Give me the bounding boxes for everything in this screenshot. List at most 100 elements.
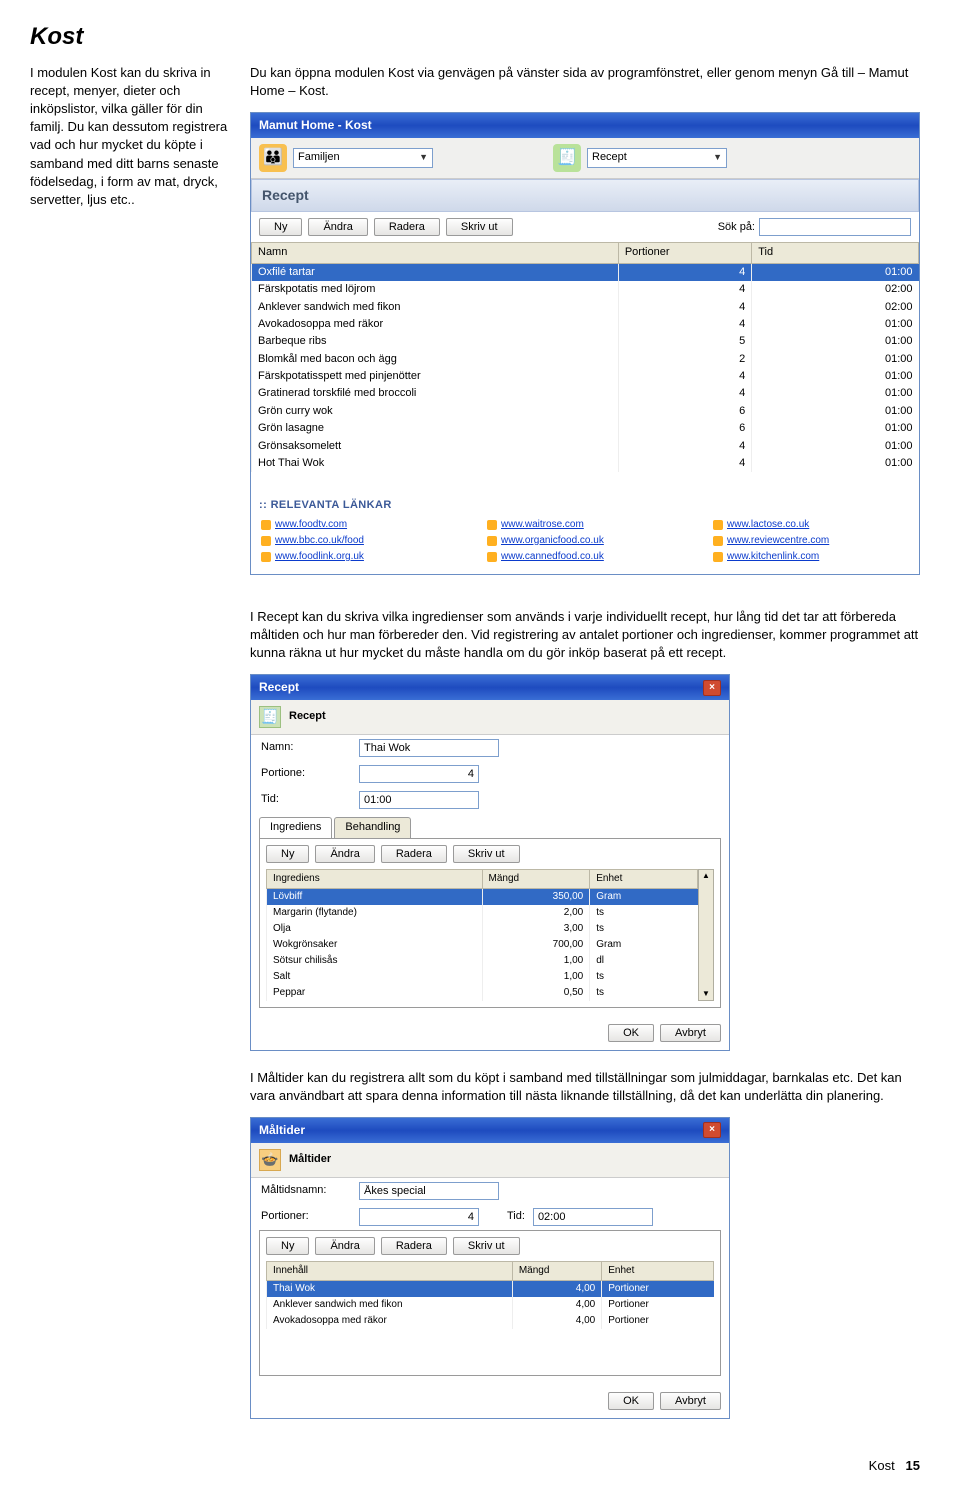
col-amount[interactable]: Mängd [512, 1261, 601, 1280]
col-portions[interactable]: Portioner [618, 243, 751, 263]
bullet-icon [713, 552, 723, 562]
table-row[interactable]: Gratinerad torskfilé med broccoli401:00 [252, 385, 919, 402]
family-dropdown-value: Familjen [298, 150, 340, 165]
new-button[interactable]: Ny [266, 845, 309, 863]
table-row[interactable]: Anklever sandwich med fikon4,00Portioner [267, 1297, 714, 1313]
meal-name-field[interactable] [359, 1182, 499, 1200]
ingredients-table: Ingrediens Mängd Enhet Lövbiff350,00Gram… [266, 869, 698, 1001]
section-header: Recept [251, 179, 919, 213]
table-row[interactable]: Färskpotatis med löjrom402:00 [252, 281, 919, 298]
table-row[interactable]: Margarin (flytande)2,00ts [267, 905, 698, 921]
table-row[interactable]: Sötsur chilisås1,00dl [267, 953, 698, 969]
table-row[interactable]: Anklever sandwich med fikon402:00 [252, 299, 919, 316]
external-link[interactable]: www.kitchenlink.com [727, 550, 819, 564]
print-button[interactable]: Skriv ut [453, 845, 520, 863]
ok-button[interactable]: OK [608, 1392, 654, 1410]
bullet-icon [713, 520, 723, 530]
family-dropdown[interactable]: Familjen ▼ [293, 148, 433, 168]
footer-module: Kost [869, 1458, 895, 1473]
edit-button[interactable]: Ändra [308, 218, 367, 236]
table-row[interactable]: Salt1,00ts [267, 969, 698, 985]
print-button[interactable]: Skriv ut [453, 1237, 520, 1255]
delete-button[interactable]: Radera [381, 845, 447, 863]
edit-button[interactable]: Ändra [315, 845, 374, 863]
tab-treatment[interactable]: Behandling [334, 817, 411, 837]
external-link[interactable]: www.lactose.co.uk [727, 518, 809, 532]
table-row[interactable]: Lövbiff350,00Gram [267, 888, 698, 905]
portions-field[interactable] [359, 765, 479, 783]
cancel-button[interactable]: Avbryt [660, 1024, 721, 1042]
bullet-icon [713, 536, 723, 546]
table-row[interactable]: Grön curry wok601:00 [252, 403, 919, 420]
scrollbar[interactable]: ▲▼ [698, 869, 714, 1001]
table-row[interactable]: Thai Wok4,00Portioner [267, 1280, 714, 1297]
module-dropdown[interactable]: Recept ▼ [587, 148, 727, 168]
recipe-icon: 🧾 [553, 144, 581, 172]
meals-icon: 🍲 [259, 1149, 281, 1171]
table-row[interactable]: Avokadosoppa med räkor401:00 [252, 316, 919, 333]
new-button[interactable]: Ny [259, 218, 302, 236]
external-link[interactable]: www.foodtv.com [275, 518, 347, 532]
contents-table: Innehåll Mängd Enhet Thai Wok4,00Portion… [266, 1261, 714, 1329]
ok-button[interactable]: OK [608, 1024, 654, 1042]
chevron-down-icon: ▼ [419, 151, 428, 164]
family-icon: 👪 [259, 144, 287, 172]
col-unit[interactable]: Enhet [602, 1261, 714, 1280]
footer-page: 15 [906, 1458, 920, 1473]
table-row[interactable]: Barbeque ribs501:00 [252, 333, 919, 350]
window-title: Mamut Home - Kost [259, 117, 372, 134]
time-label: Tid: [507, 1209, 525, 1224]
table-row[interactable]: Avokadosoppa med räkor4,00Portioner [267, 1313, 714, 1329]
cancel-button[interactable]: Avbryt [660, 1392, 721, 1410]
intro-left-text: I modulen Kost kan du skriva in recept, … [30, 64, 230, 581]
table-row[interactable]: Wokgrönsaker700,00Gram [267, 937, 698, 953]
bullet-icon [487, 552, 497, 562]
external-link[interactable]: www.bbc.co.uk/food [275, 534, 364, 548]
edit-button[interactable]: Ändra [315, 1237, 374, 1255]
table-row[interactable]: Grön lasagne601:00 [252, 420, 919, 437]
time-field[interactable] [359, 791, 479, 809]
external-link[interactable]: www.cannedfood.co.uk [501, 550, 604, 564]
search-input[interactable] [759, 218, 911, 236]
tab-ingredients[interactable]: Ingrediens [259, 817, 332, 837]
delete-button[interactable]: Radera [381, 1237, 447, 1255]
table-row[interactable]: Färskpotatisspett med pinjenötter401:00 [252, 368, 919, 385]
new-button[interactable]: Ny [266, 1237, 309, 1255]
table-row[interactable]: Hot Thai Wok401:00 [252, 455, 919, 472]
col-ingredient[interactable]: Ingrediens [267, 869, 483, 888]
delete-button[interactable]: Radera [374, 218, 440, 236]
col-amount[interactable]: Mängd [482, 869, 590, 888]
col-unit[interactable]: Enhet [590, 869, 698, 888]
maltider-window: Måltider × 🍲 Måltider Måltidsnamn: Porti… [250, 1117, 730, 1419]
print-button[interactable]: Skriv ut [446, 218, 513, 236]
col-name[interactable]: Namn [252, 243, 619, 263]
table-row[interactable]: Grönsaksomelett401:00 [252, 438, 919, 455]
name-field[interactable] [359, 739, 499, 757]
portions-field[interactable] [359, 1208, 479, 1226]
table-row[interactable]: Olja3,00ts [267, 921, 698, 937]
external-link[interactable]: www.reviewcentre.com [727, 534, 829, 548]
external-link[interactable]: www.organicfood.co.uk [501, 534, 604, 548]
col-time[interactable]: Tid [752, 243, 919, 263]
intro-right-text: Du kan öppna modulen Kost via genvägen p… [250, 64, 920, 100]
maltider-paragraph: I Måltider kan du registrera allt som du… [250, 1069, 920, 1105]
table-row[interactable]: Oxfilé tartar401:00 [252, 263, 919, 281]
portions-label: Portioner: [261, 1209, 351, 1224]
chevron-down-icon: ▼ [713, 151, 722, 164]
search-label: Sök på: [718, 220, 755, 235]
page-title: Kost [30, 20, 920, 54]
table-row[interactable]: Peppar0,50ts [267, 985, 698, 1001]
external-link[interactable]: www.waitrose.com [501, 518, 584, 532]
close-icon[interactable]: × [703, 680, 721, 696]
time-field[interactable] [533, 1208, 653, 1226]
bullet-icon [487, 520, 497, 530]
section-label: Måltider [289, 1152, 331, 1167]
recipe-table: Namn Portioner Tid Oxfilé tartar401:00Fä… [251, 242, 919, 472]
links-heading: :: RELEVANTA LÄNKAR [251, 492, 919, 513]
table-row[interactable]: Blomkål med bacon och ägg201:00 [252, 351, 919, 368]
external-link[interactable]: www.foodlink.org.uk [275, 550, 364, 564]
col-content[interactable]: Innehåll [267, 1261, 513, 1280]
close-icon[interactable]: × [703, 1122, 721, 1138]
meal-name-label: Måltidsnamn: [261, 1183, 351, 1198]
name-label: Namn: [261, 740, 351, 755]
